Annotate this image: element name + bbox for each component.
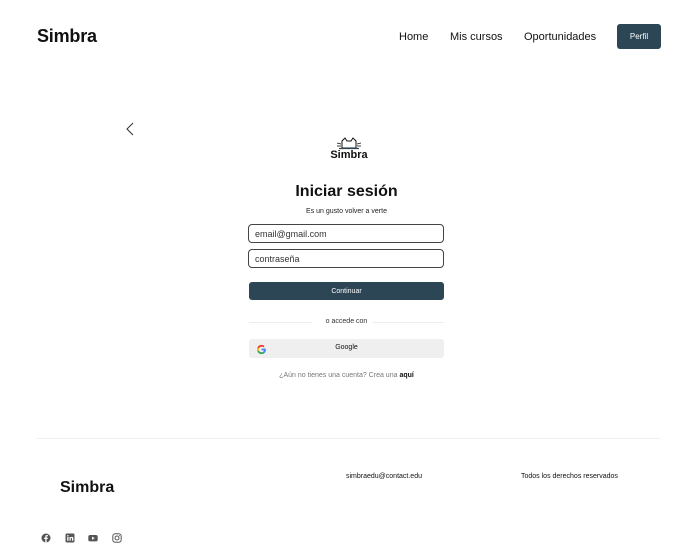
footer-brand-logo: Simbra [60,479,115,496]
page-subtitle: Es un gusto volver a verte [306,208,387,215]
divider-line-right [373,322,444,323]
nav-home-link[interactable]: Home [399,31,428,43]
footer-rights-text: Todos los derechos reservados [521,473,618,480]
nav-oportunidades-link[interactable]: Oportunidades [524,31,596,43]
footer-email-link[interactable]: simbraedu@contact.edu [346,473,422,480]
password-field[interactable] [248,249,444,268]
cat-logo-icon [336,137,362,150]
instagram-icon[interactable] [112,530,122,543]
email-field[interactable] [248,224,444,243]
login-logo: Simbra [330,136,368,166]
google-login-button[interactable]: Google [249,339,444,358]
signup-prompt: ¿Aún no tienes una cuenta? Crea una aquí [0,372,693,379]
google-button-label: Google [335,344,358,351]
profile-button[interactable]: Perfil [617,24,661,49]
page-title: Iniciar sesión [295,183,398,200]
signup-link[interactable]: aquí [399,372,413,379]
header-brand-logo[interactable]: Simbra [37,26,97,47]
signup-prompt-text: ¿Aún no tienes una cuenta? Crea una [279,372,398,379]
linkedin-icon[interactable] [65,530,75,543]
footer-divider [36,438,661,439]
youtube-icon[interactable] [88,530,98,542]
nav-mis-cursos-link[interactable]: Mis cursos [450,31,503,43]
login-logo-text: Simbra [330,149,368,161]
facebook-icon[interactable] [41,530,51,543]
back-arrow-icon[interactable] [124,121,138,137]
continue-button[interactable]: Continuar [249,282,444,300]
divider: o accede con [249,317,444,327]
